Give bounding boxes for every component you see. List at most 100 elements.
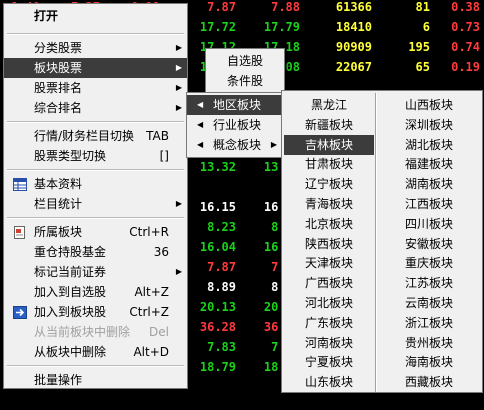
region-block-item[interactable]: 广西板块 [284,273,374,293]
menu-item-shortcut: Ctrl+R [129,225,169,239]
menu-item-label: 概念板块 [213,138,262,152]
region-block-item[interactable]: 四川板块 [380,214,478,234]
table-cell: 13.32 [199,160,236,174]
table-cell: 65 [415,60,430,74]
region-category-submenu: ◀ 地区板块 ◀ 行业板块 ◀ 概念板块 ▶ [186,92,283,158]
menu-item-7[interactable]: 行情/财务栏目切换 TAB [4,126,187,146]
region-block-item[interactable]: 山东板块 [284,372,374,392]
menu-item-label: 股票类型切换 [34,149,107,163]
region-block-item[interactable]: 天津板块 [284,253,374,273]
menu-item-3[interactable]: ◀ 地区板块 [187,95,282,115]
menu-item-5[interactable]: ◀ 概念板块 ▶ [187,135,282,155]
menu-item-label: 行业板块 [213,118,262,132]
submenu-arrow-icon: ◀ [197,100,204,109]
menu-item-shortcut: 36 [153,245,169,259]
menu-item-0[interactable]: 自选股 [206,51,284,71]
region-block-item[interactable]: 黑龙江 [284,95,374,115]
region-block-item[interactable]: 宁夏板块 [284,352,374,372]
region-block-item[interactable]: 山西板块 [380,95,478,115]
table-cell: 17.72 [199,20,236,34]
table-cell: 0.19 [451,60,480,74]
region-block-item[interactable]: 重庆板块 [380,253,478,273]
menu-item-label: 打开 [34,9,59,23]
menu-item-shortcut: Alt+D [133,345,169,359]
region-block-item[interactable]: 湖南板块 [380,174,478,194]
menu-item-3[interactable]: 板块股票 ▶ [4,58,187,78]
region-block-item[interactable]: 贵州板块 [380,333,478,353]
menu-item-1[interactable]: 条件股 [206,71,284,91]
menu-item-18: 从当前板块中删除 Del [4,322,187,342]
menu-item-label: 自选股 [226,54,263,68]
region-block-item[interactable]: 辽宁板块 [284,174,374,194]
table-cell: 7.83 [207,340,236,354]
region-block-item[interactable]: 福建板块 [380,154,478,174]
region-block-item[interactable]: 陕西板块 [284,234,374,254]
menu-item-shortcut: [] [159,149,169,163]
region-block-item[interactable]: 河北板块 [284,293,374,313]
menu-item-shortcut: Del [149,325,169,339]
table-cell: 7.87 [207,260,236,274]
table-cell: 8.23 [207,220,236,234]
menu-item-15[interactable]: 标记当前证券 ▶ [4,262,187,282]
menu-item-16[interactable]: 加入到自选股 Alt+Z [4,282,187,302]
submenu-arrow-icon: ▶ [175,199,182,208]
menu-item-11[interactable]: 栏目统计 ▶ [4,194,187,214]
menu-item-14[interactable]: 重仓持股基金 36 [4,242,187,262]
region-block-item[interactable]: 江西板块 [380,194,478,214]
menu-item-label: 批量操作 [34,373,83,387]
menu-item-4[interactable]: 股票排名 ▶ [4,78,187,98]
menu-separator [7,121,184,123]
menu-item-label: 栏目统计 [34,197,83,211]
submenu-arrow-icon: ◀ [197,140,204,149]
submenu-arrow-icon: ▶ [175,63,182,72]
region-block-item[interactable]: 深圳板块 [380,115,478,135]
menu-item-label: 定制切换标签 [34,393,107,407]
menu-item-17[interactable]: 加入到板块股 Ctrl+Z [4,302,187,322]
menu-item-8[interactable]: 股票类型切换 [] [4,146,187,166]
table-cell: 8.89 [207,280,236,294]
menu-item-0[interactable]: 打开 [4,6,187,26]
region-block-item[interactable]: 江苏板块 [380,273,478,293]
document-icon [13,225,27,239]
region-block-item[interactable]: 甘肃板块 [284,154,374,174]
menu-item-2[interactable]: 分类股票 ▶ [4,38,187,58]
region-block-item[interactable]: 云南板块 [380,293,478,313]
menu-item-label: 股票排名 [34,81,83,95]
menu-item-4[interactable]: ◀ 行业板块 [187,115,282,135]
table-cell: 0.74 [451,40,480,54]
region-block-item[interactable]: 河南板块 [284,333,374,353]
region-block-item[interactable]: 浙江板块 [380,313,478,333]
submenu-arrow-icon: ▶ [175,43,182,52]
menu-item-13[interactable]: 所属板块 Ctrl+R [4,222,187,242]
submenu-arrow-icon: ▶ [175,83,182,92]
table-cell: 7.87 [207,0,236,14]
menu-item-22[interactable]: 定制切换标签 [4,390,187,410]
region-block-item[interactable]: 安徽板块 [380,234,478,254]
region-block-item[interactable]: 海南板块 [380,352,478,372]
table-cell: 0.38 [451,0,480,14]
table-cell: 36.28 [199,320,236,334]
menu-item-19[interactable]: 从板块中删除 Alt+D [4,342,187,362]
region-block-item[interactable]: 新疆板块 [284,115,374,135]
table-cell: 16.04 [199,240,236,254]
context-menu: 打开 分类股票 ▶ 板块股票 ▶ 股票排名 ▶ 综合排名 ▶ 行情/财务栏目切换 TAB 股票类型切换… [3,3,188,407]
menu-item-label: 综合排名 [34,101,83,115]
menu-item-5[interactable]: 综合排名 ▶ [4,98,187,118]
table-cell: 61366 [335,0,372,14]
region-block-item[interactable]: 西藏板块 [380,372,478,392]
menu-item-shortcut: Alt+Z [134,285,169,299]
submenu-arrow-icon: ▶ [270,140,277,149]
table-cell: 20.13 [199,300,236,314]
region-block-item[interactable]: 北京板块 [284,214,374,234]
region-block-item[interactable]: 吉林板块 [284,134,374,155]
submenu-arrow-icon: ▶ [175,103,182,112]
menu-item-10[interactable]: 基本资料 [4,174,187,194]
region-block-item[interactable]: 青海板块 [284,194,374,214]
menu-item-21[interactable]: 批量操作 [4,370,187,390]
table-cell: 16.15 [199,200,236,214]
column-divider [375,93,377,392]
menu-item-label: 基本资料 [34,177,83,191]
menu-item-shortcut: TAB [146,129,169,143]
region-block-item[interactable]: 湖北板块 [380,135,478,155]
region-block-item[interactable]: 广东板块 [284,313,374,333]
